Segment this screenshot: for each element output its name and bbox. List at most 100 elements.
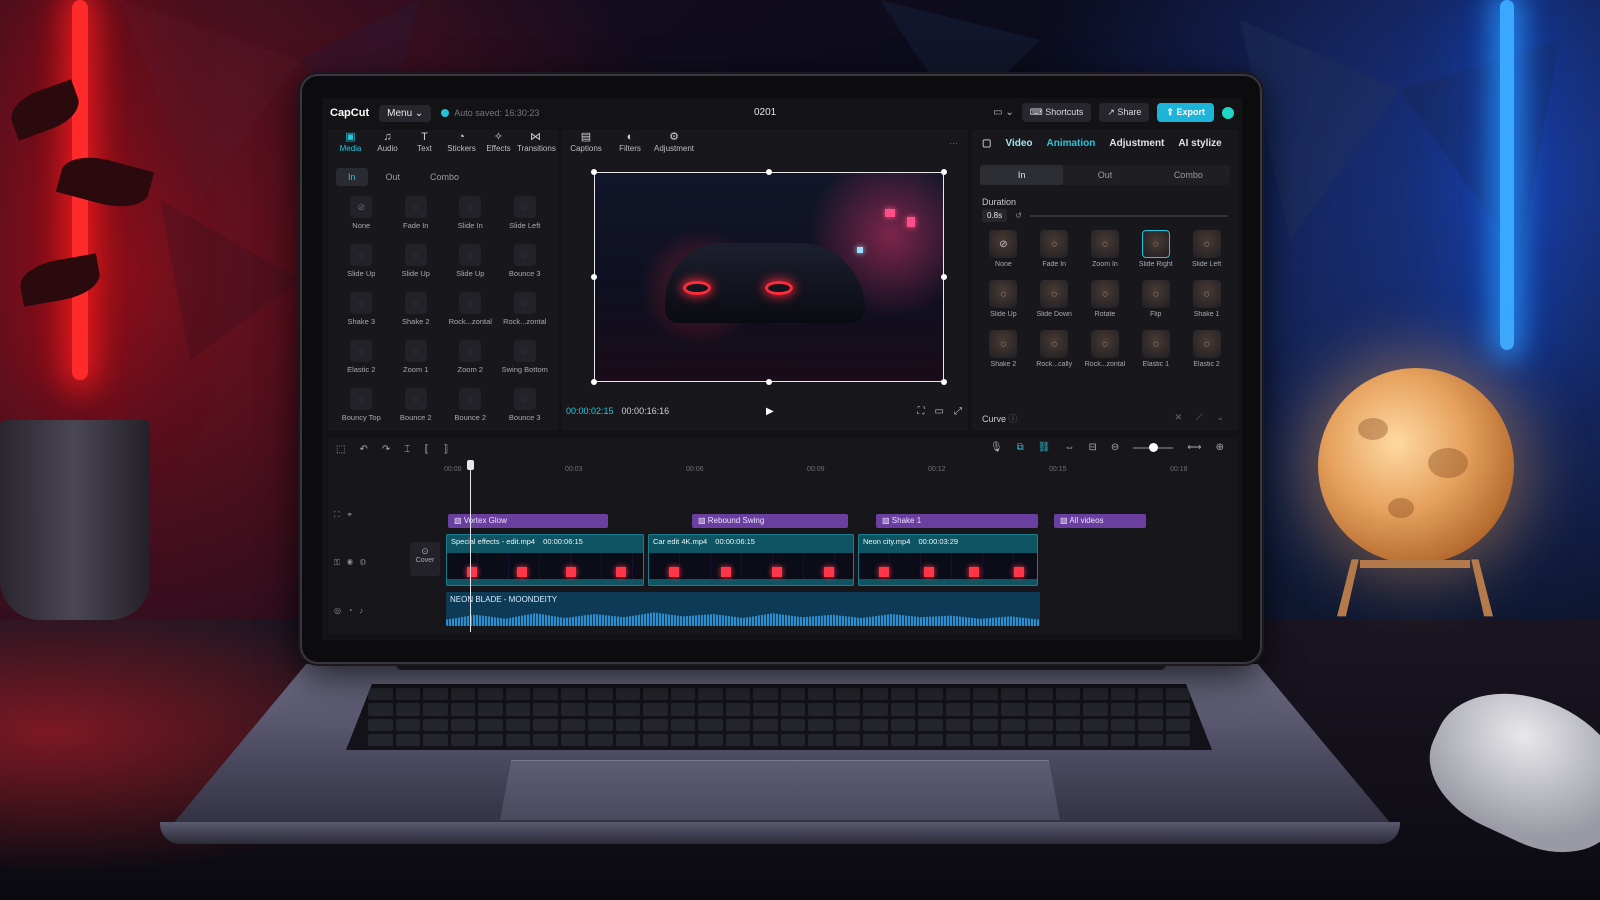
tool-0[interactable]: ▤ Captions [566,132,606,158]
animation-preset[interactable]: ◌ Flip [1130,280,1181,326]
animation-preset[interactable]: ◌ Elastic 2 [334,338,389,380]
magnet-icon[interactable]: ⧉ [1017,442,1024,453]
split-icon[interactable]: ⌶ [404,444,410,455]
play-icon[interactable]: ▶ [766,406,774,417]
animation-preset[interactable]: ◌ Slide Down [1029,280,1080,326]
animation-preset[interactable]: ◌ Rock...zontal [498,290,553,332]
effect-clip[interactable]: ▧ Vortex Glow [448,514,608,528]
menu-button[interactable]: Menu ⌄ [379,104,432,122]
curve-icon[interactable]: ⟋ [1196,412,1202,423]
tab-adjustment[interactable]: Adjustment [1109,138,1164,149]
tool-1[interactable]: ◐ Filters [610,132,650,158]
tool-2[interactable]: ⚙ Adjustment [654,132,694,158]
tool-2[interactable]: T Text [406,132,443,158]
left-subtab-2[interactable]: Combo [418,168,471,186]
tool-1[interactable]: ♫ Audio [369,132,406,158]
animation-preset[interactable]: ◌ Elastic 2 [1181,330,1232,376]
video-clip[interactable]: Neon city.mp4 00:00:03:29 [858,534,1038,586]
segment-combo[interactable]: Combo [1147,165,1230,185]
effect-clip[interactable]: ▧ Shake 1 [876,514,1038,528]
left-subtab-1[interactable]: Out [374,168,413,186]
resize-handle[interactable] [941,274,947,280]
fullscreen-icon[interactable]: ⤢ [954,406,962,417]
playhead-handle[interactable] [467,460,474,470]
animation-preset[interactable]: ◌ Slide Up [978,280,1029,326]
more-options-icon[interactable]: ⋯ [949,138,958,149]
select-icon[interactable]: ⬚ [336,444,345,455]
animation-preset[interactable]: ◌ Bounce 3 [498,242,553,284]
zoom-out-icon[interactable]: ⊖ [1111,442,1119,453]
panel-icon[interactable]: ▢ [982,138,991,149]
tab-video[interactable]: Video [1005,138,1032,149]
animation-preset[interactable]: ◌ Bouncy Top [334,386,389,428]
tool-5[interactable]: ⋈ Transitions [517,132,556,158]
zoom-in-icon[interactable]: ⊕ [1216,442,1224,453]
animation-preset[interactable]: ◌ Swing Bottom [498,338,553,380]
chevron-down-icon[interactable]: ⌄ [1216,412,1224,423]
animation-preset[interactable]: ◌ Rock...zontal [1080,330,1131,376]
zoom-slider[interactable] [1133,442,1174,452]
video-clip[interactable]: Special effects - edit.mp4 00:00:06:15 [446,534,644,586]
left-subtab-0[interactable]: In [336,168,368,186]
link-icon[interactable]: ⛓ [1038,442,1051,453]
effect-clip[interactable]: ▧ All videos [1054,514,1146,528]
animation-preset[interactable]: ◌ Slide Up [334,242,389,284]
cover-button[interactable]: ⊙ Cover [410,542,440,576]
animation-preset[interactable]: ◌ Zoom In [1080,230,1131,276]
animation-preset[interactable]: ◌ Slide Left [498,194,553,236]
project-name[interactable]: 0201 [754,107,776,118]
audio-track-controls[interactable]: ◎ ◔ ♪ [334,606,404,640]
video-preview[interactable] [591,169,947,385]
animation-preset[interactable]: ◌ Fade In [389,194,444,236]
video-track-controls[interactable]: ⚿ ◉ ◍ [334,558,404,606]
info-icon[interactable]: ⓘ [1009,414,1018,424]
animation-preset[interactable]: ◌ Zoom 2 [443,338,498,380]
export-button[interactable]: ⇪ Export [1157,103,1214,122]
animation-preset[interactable]: ◌ Shake 2 [389,290,444,332]
timeline-ruler[interactable]: 00:00 00:03 00:06 00:09 00:12 00:15 00:18 [408,464,1228,478]
delete-left-icon[interactable]: ⟦ [424,444,429,455]
animation-preset[interactable]: ◌ Slide In [443,194,498,236]
animation-preset[interactable]: ◌ Bounce 2 [389,386,444,428]
ratio-icon[interactable]: ▭ [935,406,944,417]
undo-icon[interactable]: ↶ [359,444,367,455]
duration-slider[interactable] [1029,214,1228,217]
caption-icon[interactable]: ⊟ [1088,442,1096,453]
video-clip[interactable]: Car edit 4K.mp4 00:00:06:15 [648,534,854,586]
animation-preset[interactable]: ◌ Bounce 3 [498,386,553,428]
animation-preset[interactable]: ◌ Slide Up [389,242,444,284]
delete-right-icon[interactable]: ⟧ [443,444,448,455]
animation-preset[interactable]: ◌ Slide Right [1130,230,1181,276]
animation-preset[interactable]: ◌ Zoom 1 [389,338,444,380]
tool-3[interactable]: ◔ Stickers [443,132,480,158]
animation-preset[interactable]: ◌ Shake 3 [334,290,389,332]
tool-4[interactable]: ✧ Effects [480,132,517,158]
animation-preset[interactable]: ◌ Shake 1 [1181,280,1232,326]
animation-preset[interactable]: ◌ Shake 2 [978,330,1029,376]
tool-0[interactable]: ▣ Media [332,132,369,158]
resize-handle[interactable] [591,169,597,175]
layout-icon[interactable]: ▭ ⌄ [993,107,1014,118]
resize-handle[interactable] [766,379,772,385]
resize-handle[interactable] [591,379,597,385]
microphone-icon[interactable]: 🎙 [990,442,1003,453]
segment-out[interactable]: Out [1063,165,1146,185]
reset-icon[interactable]: ↺ [1015,211,1022,220]
animation-preset[interactable]: ⊘ None [978,230,1029,276]
animation-preset[interactable]: ◌ Rock...cally [1029,330,1080,376]
resize-handle[interactable] [941,169,947,175]
animation-preset[interactable]: ◌ Elastic 1 [1130,330,1181,376]
segment-in[interactable]: In [980,165,1064,185]
animation-preset[interactable]: ◌ Slide Up [443,242,498,284]
share-button[interactable]: ↗ Share [1099,103,1150,122]
animation-preset[interactable]: ⊘ None [334,194,389,236]
effect-track-controls[interactable]: ⛶ ⚭ [334,510,404,558]
resize-handle[interactable] [941,379,947,385]
redo-icon[interactable]: ↷ [382,444,390,455]
tab-ai-stylize[interactable]: AI stylize [1178,138,1221,149]
fit-timeline-icon[interactable]: ⟷ [1187,442,1201,453]
audio-clip[interactable]: NEON BLADE - MOONDEITY [446,592,1040,626]
effect-clip[interactable]: ▧ Rebound Swing [692,514,848,528]
resize-handle[interactable] [591,274,597,280]
animation-preset[interactable]: ◌ Fade In [1029,230,1080,276]
